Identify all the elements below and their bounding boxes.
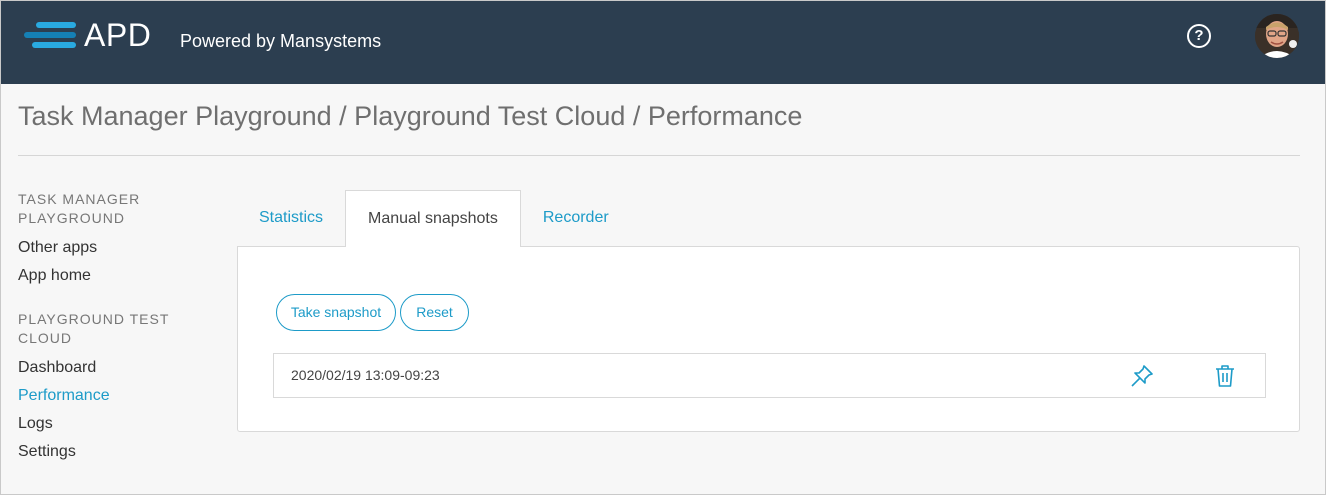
sidebar-item-app-home[interactable]: App home — [18, 262, 218, 290]
app-logo[interactable]: APD — [24, 16, 152, 53]
apd-logo-icon — [24, 20, 80, 50]
tagline: Powered by Mansystems — [180, 31, 382, 51]
tab-recorder[interactable]: Recorder — [521, 190, 631, 247]
trash-icon[interactable] — [1212, 363, 1238, 389]
snapshot-row: 2020/02/19 13:09-09:23 — [273, 353, 1266, 398]
sidebar-item-settings[interactable]: Settings — [18, 438, 218, 466]
manual-snapshots-panel: Take snapshot Reset 2020/02/19 13:09-09:… — [237, 246, 1300, 432]
logo-text: APD — [84, 16, 152, 53]
sidebar-heading-task-manager-playground: TASK MANAGER PLAYGROUND — [18, 191, 141, 226]
sidebar-heading-playground-test-cloud: PLAYGROUND TEST CLOUD — [18, 311, 170, 346]
tab-statistics[interactable]: Statistics — [237, 190, 345, 247]
divider — [18, 155, 1300, 156]
sidebar-item-other-apps[interactable]: Other apps — [18, 234, 218, 262]
sidebar: TASK MANAGER PLAYGROUND Other apps App h… — [18, 190, 218, 466]
reset-button[interactable]: Reset — [400, 294, 469, 331]
tab-manual-snapshots[interactable]: Manual snapshots — [345, 190, 521, 247]
breadcrumb: Task Manager Playground / Playground Tes… — [18, 101, 803, 131]
pin-icon[interactable] — [1129, 363, 1155, 389]
sidebar-item-performance[interactable]: Performance — [18, 382, 218, 410]
user-avatar[interactable] — [1255, 14, 1299, 58]
snapshot-label: 2020/02/19 13:09-09:23 — [291, 367, 440, 383]
top-bar: APD Powered by Mansystems ? — [0, 0, 1326, 84]
sidebar-item-dashboard[interactable]: Dashboard — [18, 354, 218, 382]
sidebar-item-logs[interactable]: Logs — [18, 410, 218, 438]
tab-bar: Statistics Manual snapshots Recorder — [237, 190, 631, 247]
take-snapshot-button[interactable]: Take snapshot — [276, 294, 396, 331]
question-circle-icon[interactable]: ? — [1187, 24, 1211, 48]
